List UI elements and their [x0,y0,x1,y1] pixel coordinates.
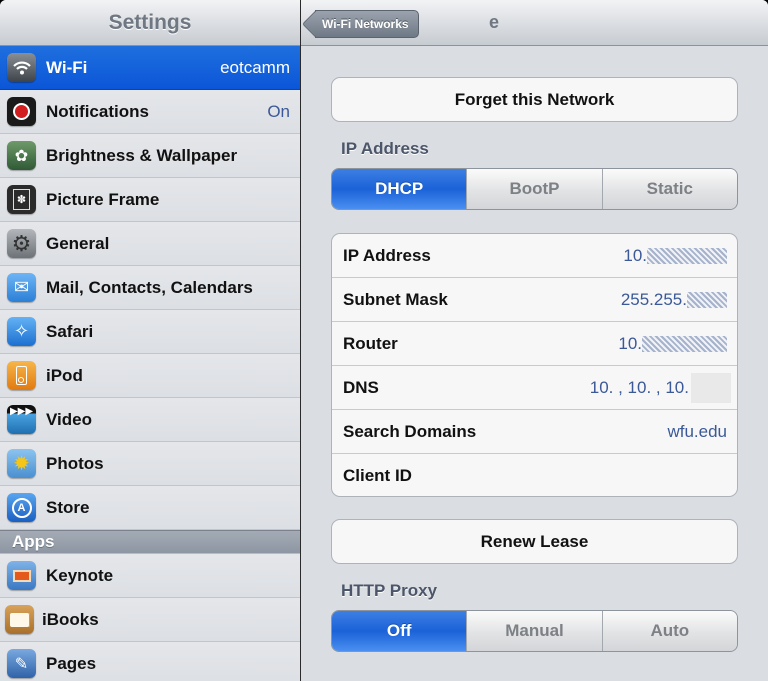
sidebar-item-photos[interactable]: ✹ Photos [0,442,300,486]
row-value: 255.255. [621,290,727,310]
proxy-mode-auto-tab[interactable]: Auto [601,611,737,651]
ipod-icon [7,361,36,390]
ip-address-row: IP Address 10. [332,234,737,278]
sidebar-item-store[interactable]: A Store [0,486,300,530]
sidebar-item-brightness-wallpaper[interactable]: ✿ Brightness & Wallpaper [0,134,300,178]
wifi-icon [7,53,36,82]
ip-info-table: IP Address 10. Subnet Mask 255.255. Rout… [331,233,738,497]
sidebar-item-label: Photos [46,453,104,473]
router-row: Router 10. [332,322,737,366]
http-proxy-section-label: HTTP Proxy [341,581,438,600]
keynote-icon [7,561,36,590]
ip-mode-segmented-control: DHCP BootP Static [331,168,738,210]
gear-icon: ⚙ [7,229,36,258]
video-clapper-icon: ▶▶▶ [7,405,36,434]
ibooks-icon [5,605,34,634]
sidebar-item-keynote[interactable]: Keynote [0,554,300,598]
picture-frame-icon: ✽ [7,185,36,214]
sidebar-item-mail-contacts-calendars[interactable]: ✉ Mail, Contacts, Calendars [0,266,300,310]
row-label: Router [343,333,398,353]
sidebar-item-label: Brightness & Wallpaper [46,145,238,165]
row-label: IP Address [343,245,431,265]
row-value: 10. [623,246,727,266]
sidebar-item-label: Keynote [46,565,114,585]
subnet-mask-value: 255.255. [620,289,687,309]
row-label: Search Domains [343,421,477,441]
sidebar-title: Settings [108,10,192,34]
row-label: DNS [343,377,379,397]
client-id-row[interactable]: Client ID [332,454,737,496]
photos-sunflower-icon: ✹ [7,449,36,478]
sidebar-item-general[interactable]: ⚙ General [0,222,300,266]
settings-sidebar: Settings Wi-Fi eotcamm Notifications On … [0,0,300,681]
back-button-label: Wi-Fi Networks [322,17,409,31]
safari-compass-icon: ✧ [7,317,36,346]
redacted-block [687,292,727,309]
app-store-icon: A [7,493,36,522]
sidebar-item-label: Mail, Contacts, Calendars [46,277,253,297]
sidebar-item-label: Video [46,409,92,429]
sidebar-item-label: Pages [46,653,97,673]
row-label: Client ID [343,466,412,485]
back-button-wifi-networks[interactable]: Wi-Fi Networks [315,10,419,38]
sidebar-item-picture-frame[interactable]: ✽ Picture Frame [0,178,300,222]
row-value: 10. [618,334,727,354]
redacted-block [647,248,727,265]
ip-address-section-label: IP Address [341,139,429,158]
http-proxy-segmented-control: Off Manual Auto [331,610,738,652]
sidebar-item-label: Safari [46,321,94,341]
dns-row: DNS 10. , 10. , 10. [332,366,737,410]
sidebar-item-label: iPod [46,365,83,385]
sidebar-item-video[interactable]: ▶▶▶ Video [0,398,300,442]
ip-mode-static-tab[interactable]: Static [601,169,737,209]
sidebar-item-label: General [46,233,110,253]
sidebar-item-wifi[interactable]: Wi-Fi eotcamm [0,46,300,90]
apps-section-header: Apps [0,530,300,554]
ip-mode-bootp-tab[interactable]: BootP [466,169,602,209]
sidebar-item-label: Store [46,497,90,517]
proxy-mode-off-tab[interactable]: Off [332,611,467,651]
network-detail-pane: Wi-Fi Networks e Forget this Network IP … [301,0,768,681]
detail-nav-bar: Wi-Fi Networks e [301,0,768,46]
sidebar-item-value: eotcamm [220,57,290,77]
ip-address-value: 10. [623,245,647,265]
sidebar-item-label: Notifications [46,101,149,121]
mail-icon: ✉ [7,273,36,302]
row-value: wfu.edu [667,421,727,441]
sidebar-item-ipod[interactable]: iPod [0,354,300,398]
sidebar-nav-bar: Settings [0,0,300,46]
sidebar-item-pages[interactable]: ✎ Pages [0,642,300,681]
redacted-block [642,336,727,353]
pages-icon: ✎ [7,649,36,678]
sidebar-item-label: iBooks [42,609,99,629]
search-domains-row: Search Domains wfu.edu [332,410,737,454]
row-label: Subnet Mask [343,289,448,309]
proxy-mode-manual-tab[interactable]: Manual [466,611,602,651]
ip-mode-dhcp-tab[interactable]: DHCP [332,169,467,209]
sidebar-item-label: Wi-Fi [46,57,88,77]
notifications-icon [7,97,36,126]
sidebar-item-value: On [267,101,290,121]
redacted-block [691,372,731,403]
forget-network-button[interactable]: Forget this Network [331,77,738,122]
sidebar-item-ibooks[interactable]: iBooks [0,598,300,642]
renew-lease-button[interactable]: Renew Lease [331,519,738,564]
sidebar-item-notifications[interactable]: Notifications On [0,90,300,134]
brightness-wallpaper-icon: ✿ [7,141,36,170]
subnet-mask-row: Subnet Mask 255.255. [332,278,737,322]
sidebar-item-label: Picture Frame [46,189,160,209]
row-value: 10. , 10. , 10. [589,377,689,397]
router-value: 10. [618,333,642,353]
sidebar-item-safari[interactable]: ✧ Safari [0,310,300,354]
network-title: e [489,12,500,32]
